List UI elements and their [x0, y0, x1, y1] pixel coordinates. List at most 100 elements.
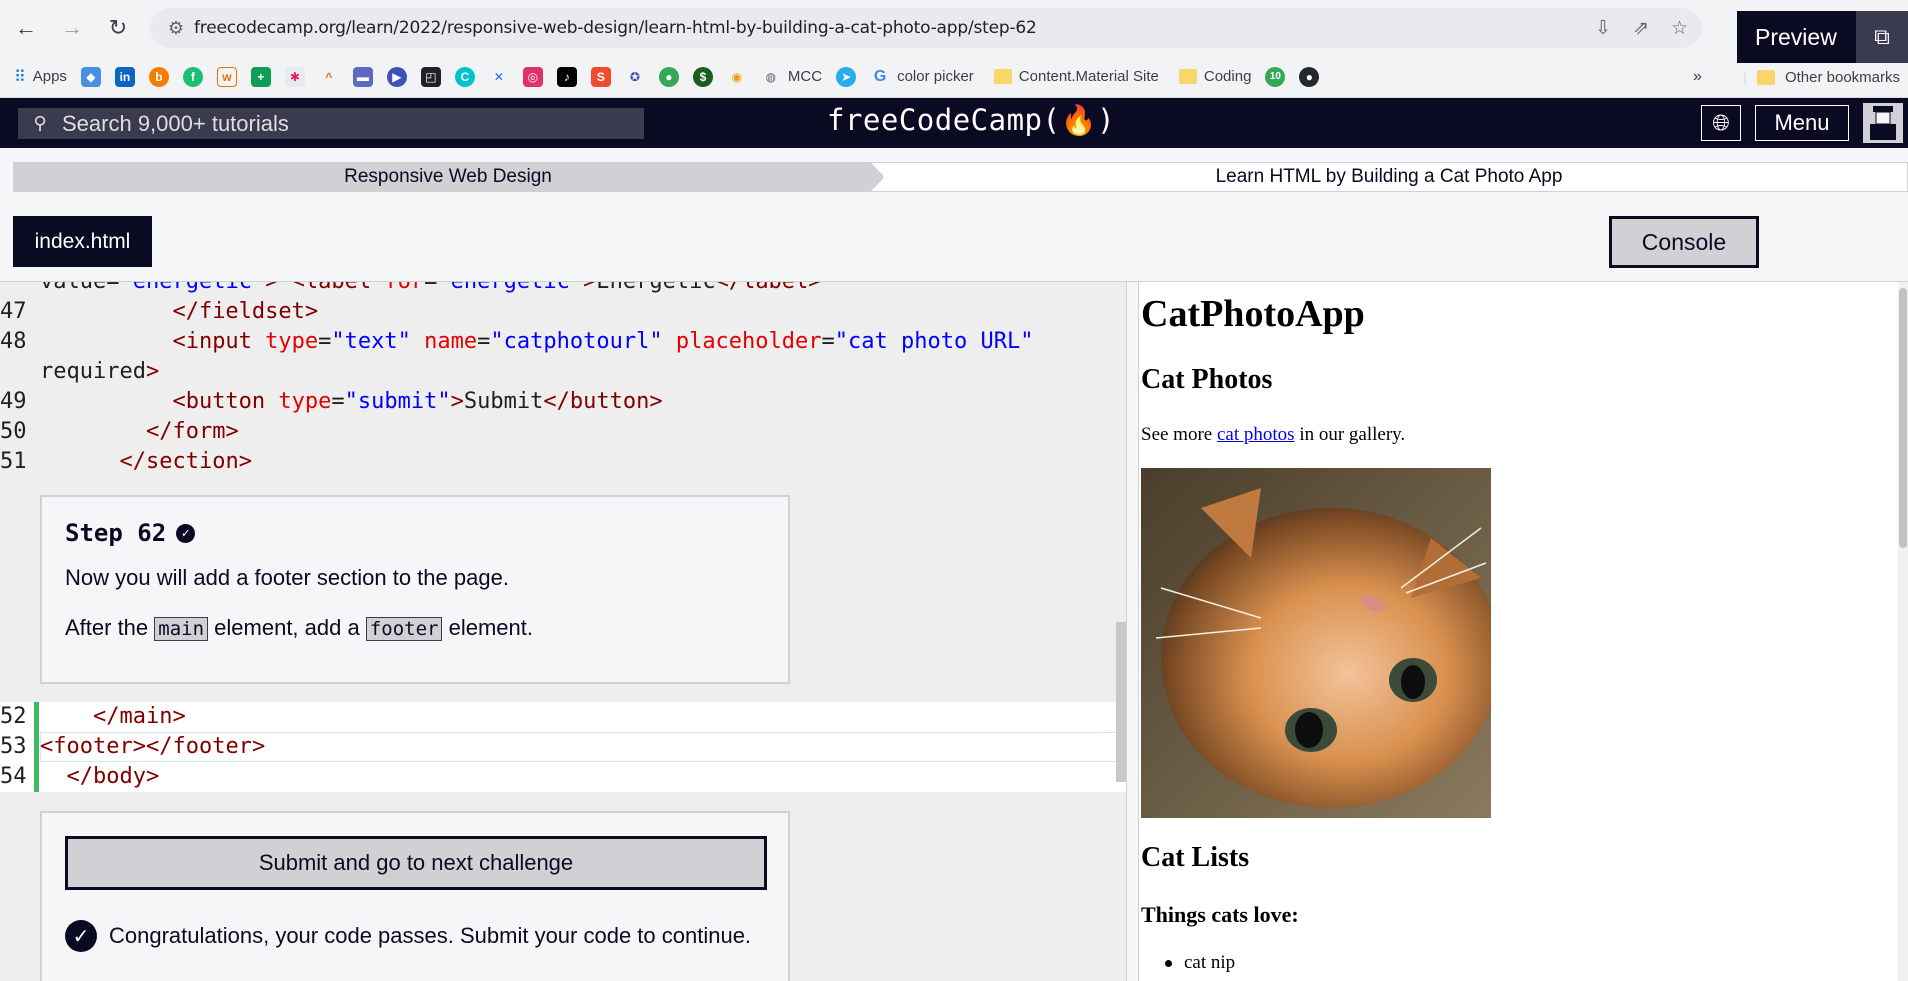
bookmark-slack[interactable]: ✱	[284, 66, 305, 87]
code-text[interactable]: </fieldset>	[40, 297, 318, 327]
bookmark-blogger[interactable]: b	[148, 66, 169, 87]
code-text[interactable]: </main>	[40, 702, 186, 732]
share-icon[interactable]: ⇗	[1633, 17, 1649, 40]
separator: |	[1743, 68, 1747, 86]
more-bookmarks-chevron[interactable]: »	[1693, 56, 1702, 98]
back-arrow-icon[interactable]: ←	[6, 8, 46, 48]
address-bar[interactable]: ⚙ freecodecamp.org/learn/2022/responsive…	[150, 8, 1702, 48]
code-line[interactable]: 53 <footer></footer>	[0, 732, 1126, 762]
canva-icon: C	[454, 66, 475, 87]
pane-resize-handle[interactable]	[1126, 282, 1139, 981]
step-line-2: After the main element, add a footer ele…	[65, 615, 533, 641]
preview-pane: CatPhotoApp Cat Photos See more cat phot…	[1139, 282, 1908, 981]
preview-heading-cat-photos: Cat Photos	[1141, 364, 1273, 395]
bookmark-sheets[interactable]: +	[250, 66, 271, 87]
bookmark-fiverr[interactable]: f	[182, 66, 203, 87]
folder-icon	[1756, 69, 1775, 85]
code-line[interactable]: 51 </section>	[0, 447, 1126, 477]
code-line[interactable]: 50 </form>	[0, 417, 1126, 447]
bookmark-mcc[interactable]: ◍ MCC	[760, 66, 822, 87]
preview-scrollbar-thumb[interactable]	[1899, 288, 1907, 548]
bookmark-color-picker[interactable]: G color picker	[870, 66, 974, 87]
bookmark-upwork[interactable]: w	[216, 66, 237, 87]
code-text[interactable]: <footer></footer>	[40, 732, 265, 762]
code-line[interactable]: value="energetic"> <label for="energetic…	[0, 282, 1126, 297]
instagram-icon: ◎	[522, 66, 543, 87]
code-text[interactable]: value="energetic"> <label for="energetic…	[40, 282, 822, 297]
code-line[interactable]: 48 <input type="text" name="catphotourl"…	[0, 327, 1126, 357]
globe-icon: ◍	[760, 66, 781, 87]
code-line[interactable]: 49 <button type="submit">Submit</button>	[0, 387, 1126, 417]
camper-avatar-icon	[1870, 106, 1896, 140]
code-text[interactable]: <button type="submit">Submit</button>	[40, 387, 662, 417]
code-line[interactable]: required>	[0, 357, 1126, 387]
line-number: 51	[0, 449, 27, 474]
console-button[interactable]: Console	[1609, 216, 1759, 268]
bookmark-content-material[interactable]: Content.Material Site	[993, 68, 1159, 85]
step-text-part: element.	[442, 615, 533, 640]
language-globe-icon[interactable]: 🌐︎	[1701, 105, 1741, 141]
breadcrumb-block[interactable]: Learn HTML by Building a Cat Photo App	[870, 162, 1908, 192]
bookmark-canva[interactable]: C	[454, 66, 475, 87]
bookmarks-bar: ⠿ Apps ◆ in b f w + ✱ ^ ▬ ▶ ◰ C ✕ ◎ ♪ S …	[0, 56, 1908, 98]
forward-arrow-icon[interactable]: →	[52, 8, 92, 48]
bookmark-dollar[interactable]: $	[692, 66, 713, 87]
bookmark-label: Other bookmarks	[1784, 68, 1900, 86]
user-avatar[interactable]	[1863, 103, 1903, 143]
bookmark-github[interactable]: ●	[1299, 66, 1320, 87]
bookmark-instagram[interactable]: ◎	[522, 66, 543, 87]
search-placeholder[interactable]: Search 9,000+ tutorials	[62, 111, 289, 137]
bookmark-star-icon[interactable]: ☆	[1671, 17, 1688, 40]
menu-button[interactable]: Menu	[1755, 105, 1849, 141]
bookmark-cross[interactable]: ✕	[488, 66, 509, 87]
code-text[interactable]: required>	[40, 357, 159, 387]
code-text[interactable]: </form>	[40, 417, 239, 447]
tab-index-html[interactable]: index.html	[13, 216, 152, 267]
folder-icon	[993, 69, 1012, 84]
code-editor[interactable]: value="energetic"> <label for="energetic…	[0, 282, 1126, 981]
folder-icon	[1178, 69, 1197, 84]
bookmark-shop[interactable]: S	[590, 66, 611, 87]
editor-scrollbar[interactable]	[1116, 622, 1126, 782]
site-info-icon[interactable]: ⚙	[158, 18, 194, 39]
bookmark-play[interactable]: ▶	[386, 66, 407, 87]
bookmark-linkedin[interactable]: in	[114, 66, 135, 87]
preview-scrollbar[interactable]	[1898, 282, 1908, 981]
bookmark-mail[interactable]: ▬	[352, 66, 373, 87]
cat-photos-link[interactable]: cat photos	[1217, 424, 1295, 445]
bookmark-apps[interactable]: ⠿ Apps	[14, 67, 67, 87]
cat-photo-image[interactable]	[1141, 468, 1491, 818]
code-line[interactable]: 54 </body>	[0, 762, 1126, 792]
bookmark-orange[interactable]: ^	[318, 66, 339, 87]
code-line[interactable]: 52 </main>	[0, 702, 1126, 732]
bookmark-telegram[interactable]: ➤	[836, 66, 857, 87]
breadcrumb-superblock[interactable]: Responsive Web Design	[13, 162, 883, 192]
search-box[interactable]: ⚲ Search 9,000+ tutorials	[18, 108, 644, 139]
fcc-logo[interactable]: freeCodeCamp(🔥)	[827, 103, 1115, 138]
code-text[interactable]: <input type="text" name="catphotourl" pl…	[40, 327, 1033, 357]
target-icon: ◉	[726, 66, 747, 87]
bookmark-badge[interactable]: ✪	[624, 66, 645, 87]
install-app-icon[interactable]: ⇩	[1595, 17, 1611, 40]
bookmark-target[interactable]: ◉	[726, 66, 747, 87]
line-number: 47	[0, 299, 27, 324]
chevron-up-icon: ^	[318, 66, 339, 87]
preview-popout-icon[interactable]: ⧉	[1856, 11, 1908, 63]
check-circle-icon: ✓	[176, 523, 196, 543]
bookmark-tiktok[interactable]: ♪	[556, 66, 577, 87]
code-line[interactable]: 47 </fieldset>	[0, 297, 1126, 327]
tiktok-icon: ♪	[556, 66, 577, 87]
bookmark-capcut[interactable]: ◰	[420, 66, 441, 87]
bookmark-coding[interactable]: Coding	[1178, 68, 1251, 85]
bookmark-ten[interactable]: 10	[1265, 66, 1286, 87]
reload-icon[interactable]: ↻	[98, 8, 138, 48]
code-text[interactable]: </body>	[40, 762, 160, 792]
line-number: 48	[0, 329, 27, 354]
submit-next-challenge-button[interactable]: Submit and go to next challenge	[65, 836, 767, 890]
code-text[interactable]: </section>	[40, 447, 251, 477]
url-text[interactable]: freecodecamp.org/learn/2022/responsive-w…	[194, 18, 1037, 38]
bookmark-owl[interactable]: ●	[658, 66, 679, 87]
bookmark-diamond[interactable]: ◆	[80, 66, 101, 87]
line-number: 52	[0, 704, 27, 729]
submit-panel: Submit and go to next challenge ✓ Congra…	[40, 811, 790, 981]
